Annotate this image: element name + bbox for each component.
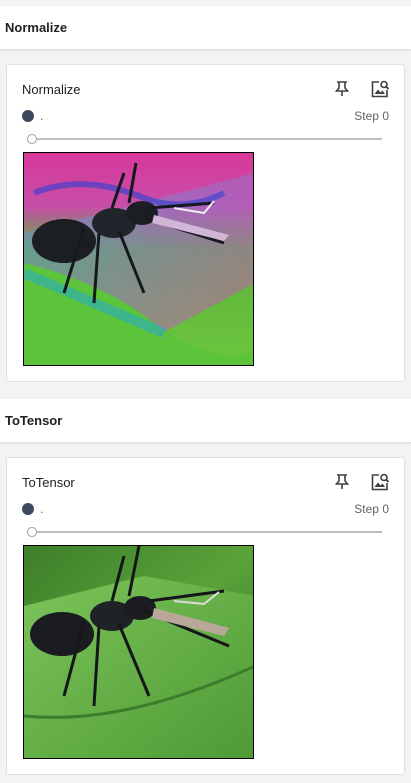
image-search-icon[interactable] <box>370 472 390 492</box>
run-legend: . <box>22 502 43 516</box>
sample-image-original <box>23 545 254 759</box>
slider-thumb[interactable] <box>27 527 37 537</box>
pin-icon[interactable] <box>332 79 352 99</box>
run-name: . <box>40 109 44 123</box>
section-header-totensor[interactable]: ToTensor <box>0 399 411 443</box>
card-title: Normalize <box>22 82 81 97</box>
card-title: ToTensor <box>22 475 75 490</box>
run-color-dot <box>22 110 34 122</box>
image-search-icon[interactable] <box>370 79 390 99</box>
slider-track[interactable] <box>33 138 382 140</box>
sample-image-normalized <box>23 152 254 366</box>
section-header-normalize[interactable]: Normalize <box>0 6 411 50</box>
original-ant-image <box>24 546 253 758</box>
step-slider[interactable] <box>27 526 382 538</box>
image-card-totensor: ToTensor . Step 0 <box>6 457 405 775</box>
run-name: . <box>40 502 44 516</box>
step-label: Step 0 <box>354 109 389 123</box>
step-slider[interactable] <box>27 133 382 145</box>
run-color-dot <box>22 503 34 515</box>
step-label: Step 0 <box>354 502 389 516</box>
slider-thumb[interactable] <box>27 134 37 144</box>
slider-track[interactable] <box>33 531 382 533</box>
pin-icon[interactable] <box>332 472 352 492</box>
normalized-ant-image <box>24 153 253 365</box>
image-card-normalize: Normalize . Step 0 <box>6 64 405 382</box>
run-legend: . <box>22 109 43 123</box>
section-title: ToTensor <box>5 413 63 428</box>
section-title: Normalize <box>5 20 68 35</box>
